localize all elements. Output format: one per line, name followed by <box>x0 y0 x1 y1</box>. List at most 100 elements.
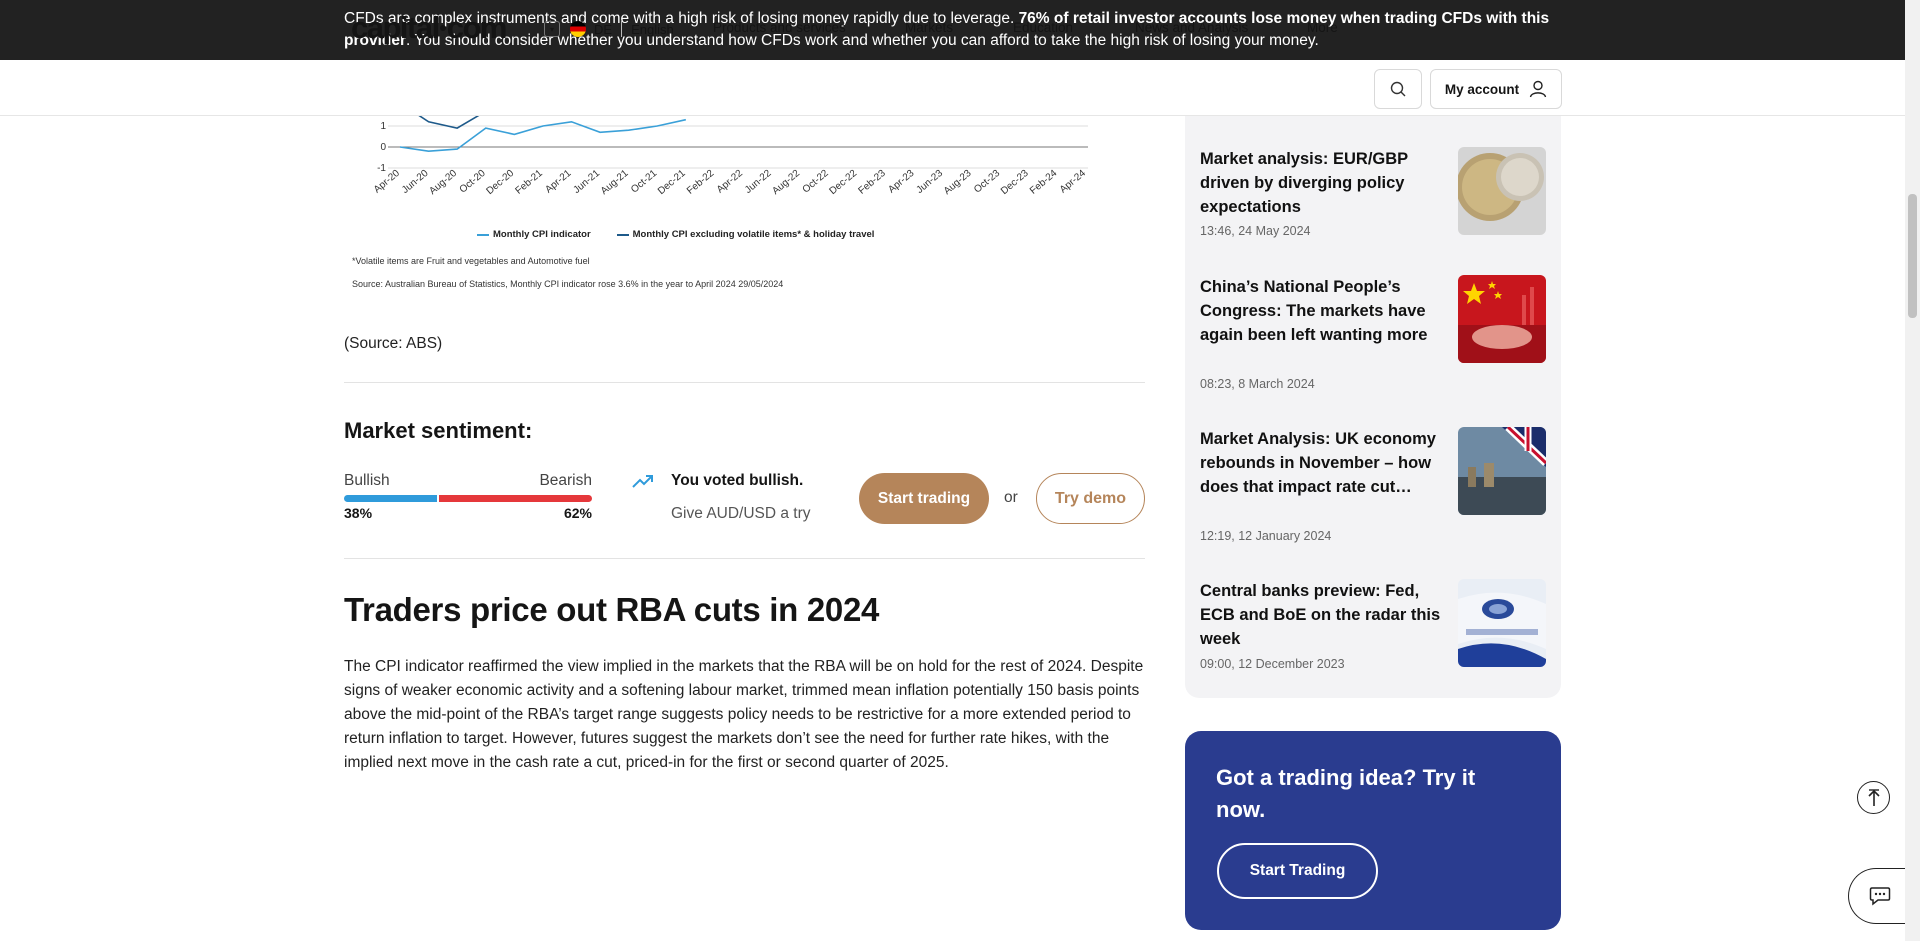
x-tick-label: Feb-21 <box>514 168 546 197</box>
news-date: 12:19, 12 January 2024 <box>1200 529 1332 543</box>
x-tick-label: Feb-22 <box>685 168 717 197</box>
language-selector[interactable]: ▾ DE English <box>544 20 674 38</box>
y-tick-label: -1 <box>377 163 386 174</box>
bullish-bar <box>344 495 438 502</box>
user-icon <box>1529 80 1547 98</box>
divider <box>344 558 1145 559</box>
nav-products-and-services[interactable]: Products and services <box>713 20 846 35</box>
legend-item-cpi: Monthly CPI indicator <box>477 229 591 240</box>
y-tick-label: 0 <box>380 142 386 153</box>
language-label: English <box>631 21 674 37</box>
news-item[interactable]: Central banks preview: Fed, ECB and BoE … <box>1200 579 1546 679</box>
news-thumbnail-uk-flag[interactable] <box>1458 427 1546 515</box>
try-demo-button[interactable]: Try demo <box>1036 473 1145 524</box>
sentiment-bar <box>344 495 592 502</box>
legend-swatch <box>616 233 629 236</box>
x-tick-label: Aug-21 <box>599 168 631 197</box>
x-tick-label: Aug-23 <box>942 168 974 197</box>
news-title[interactable]: China’s National People’s Congress: The … <box>1200 275 1442 347</box>
y-tick-label: 1 <box>380 121 386 132</box>
divider <box>621 21 623 37</box>
bearish-bar <box>439 495 592 502</box>
x-tick-label: Feb-24 <box>1028 168 1060 197</box>
search-button[interactable] <box>1374 69 1422 109</box>
x-tick-label: Feb-23 <box>857 168 889 197</box>
news-title[interactable]: Market analysis: EUR/GBP driven by diver… <box>1200 147 1442 219</box>
x-tick-label: Dec-21 <box>656 168 688 197</box>
chat-icon <box>1869 887 1890 906</box>
germany-flag-icon <box>570 21 586 37</box>
x-tick-label: Jun-23 <box>915 168 946 196</box>
trend-up-icon <box>632 475 653 488</box>
bullish-percentage: 38% <box>344 505 373 521</box>
market-sentiment-title: Market sentiment: <box>344 418 533 443</box>
news-thumbnail-china-flag[interactable] <box>1458 275 1546 363</box>
news-date: 08:23, 8 March 2024 <box>1200 377 1315 391</box>
news-date: 09:00, 12 December 2023 <box>1200 657 1345 671</box>
vote-suggestion: Give AUD/USD a try <box>671 505 811 522</box>
news-item[interactable]: Market analysis: EUR/GBP driven by diver… <box>1200 147 1546 247</box>
article-paragraph: The CPI indicator reaffirmed the view im… <box>344 658 1144 771</box>
chat-support-button[interactable] <box>1848 868 1910 924</box>
news-thumbnail-ecb-flag[interactable] <box>1458 579 1546 667</box>
x-tick-label: Aug-22 <box>770 168 802 197</box>
news-thumbnail-coins[interactable] <box>1458 147 1546 235</box>
article-heading: Traders price out RBA cuts in 2024 <box>344 591 880 628</box>
x-tick-label: Oct-22 <box>801 168 831 196</box>
news-item[interactable]: Market Analysis: UK economy rebounds in … <box>1200 427 1546 552</box>
chart-legend: Monthly CPI indicator Monthly CPI exclud… <box>477 229 874 240</box>
chart-source: Source: Australian Bureau of Statistics,… <box>352 279 784 289</box>
x-tick-label: Jun-22 <box>743 168 774 196</box>
start-trading-promo-button[interactable]: Start Trading <box>1217 843 1378 899</box>
risk-warning-text: CFDs are complex instruments and come wi… <box>344 10 1550 49</box>
chart-footnote: *Volatile items are Fruit and vegetables… <box>352 256 590 266</box>
promo-title: Got a trading idea? Try it now. <box>1216 765 1476 822</box>
nav-more[interactable]: More <box>1307 20 1338 35</box>
region-code: DE <box>594 21 613 37</box>
scrollbar-thumb[interactable] <box>1908 194 1917 318</box>
x-tick-label: Jun-20 <box>400 168 431 196</box>
x-tick-label: Oct-20 <box>458 168 488 196</box>
x-tick-label: Apr-24 <box>1058 168 1088 196</box>
sentiment-labels: Bullish Bearish <box>344 472 592 490</box>
news-date: 13:46, 24 May 2024 <box>1200 224 1311 238</box>
my-account-label: My account <box>1444 81 1520 97</box>
site-header <box>0 60 1905 116</box>
bearish-label: Bearish <box>539 472 592 489</box>
source-caption: (Source: ABS) <box>344 335 443 352</box>
cpi-line-chart: 10-1 Apr-20Jun-20Aug-20Oct-20Dec-20Feb-2… <box>372 116 1088 197</box>
x-tick-label: Aug-20 <box>427 168 459 197</box>
legend-swatch <box>477 233 489 236</box>
my-account-button[interactable]: My account <box>1430 69 1562 109</box>
or-separator: or <box>1004 489 1018 506</box>
x-tick-label: Dec-20 <box>484 168 516 197</box>
vote-result: You voted bullish. <box>671 472 804 489</box>
x-tick-label: Oct-23 <box>972 168 1002 196</box>
x-tick-label: Dec-22 <box>827 168 859 197</box>
x-tick-label: Apr-21 <box>543 168 573 196</box>
legend-item-cpi-excluding: Monthly CPI excluding volatile items* & … <box>616 229 874 240</box>
bullish-label: Bullish <box>344 472 390 489</box>
news-title[interactable]: Central banks preview: Fed, ECB and BoE … <box>1200 579 1442 651</box>
page-scrollbar[interactable] <box>1905 0 1920 941</box>
x-tick-label: Jun-21 <box>572 168 603 196</box>
sentiment-percentages: 38% 62% <box>344 505 592 521</box>
capital-com-logo[interactable]: capital com <box>351 10 507 46</box>
arrow-up-icon <box>1867 788 1880 806</box>
search-icon <box>1390 81 1406 97</box>
start-trading-button[interactable]: Start trading <box>859 473 989 524</box>
divider <box>344 382 1145 383</box>
x-tick-label: Oct-21 <box>629 168 659 196</box>
nav-news-and-analysis[interactable]: News and Analysis <box>1135 20 1248 35</box>
trading-idea-promo: Got a trading idea? Try it now. Start Tr… <box>1185 731 1561 930</box>
bearish-percentage: 62% <box>563 505 592 521</box>
back-to-top-button[interactable] <box>1857 781 1890 814</box>
chevron-down-icon: ▾ <box>544 21 560 37</box>
nav-education[interactable]: Education <box>1013 20 1073 35</box>
news-title[interactable]: Market Analysis: UK economy rebounds in … <box>1200 427 1442 499</box>
nav-markets[interactable]: Markets <box>905 20 953 35</box>
x-tick-label: Apr-23 <box>886 168 916 196</box>
news-item[interactable]: China’s National People’s Congress: The … <box>1200 275 1546 400</box>
x-tick-label: Dec-23 <box>999 168 1031 197</box>
x-tick-label: Apr-22 <box>715 168 745 196</box>
